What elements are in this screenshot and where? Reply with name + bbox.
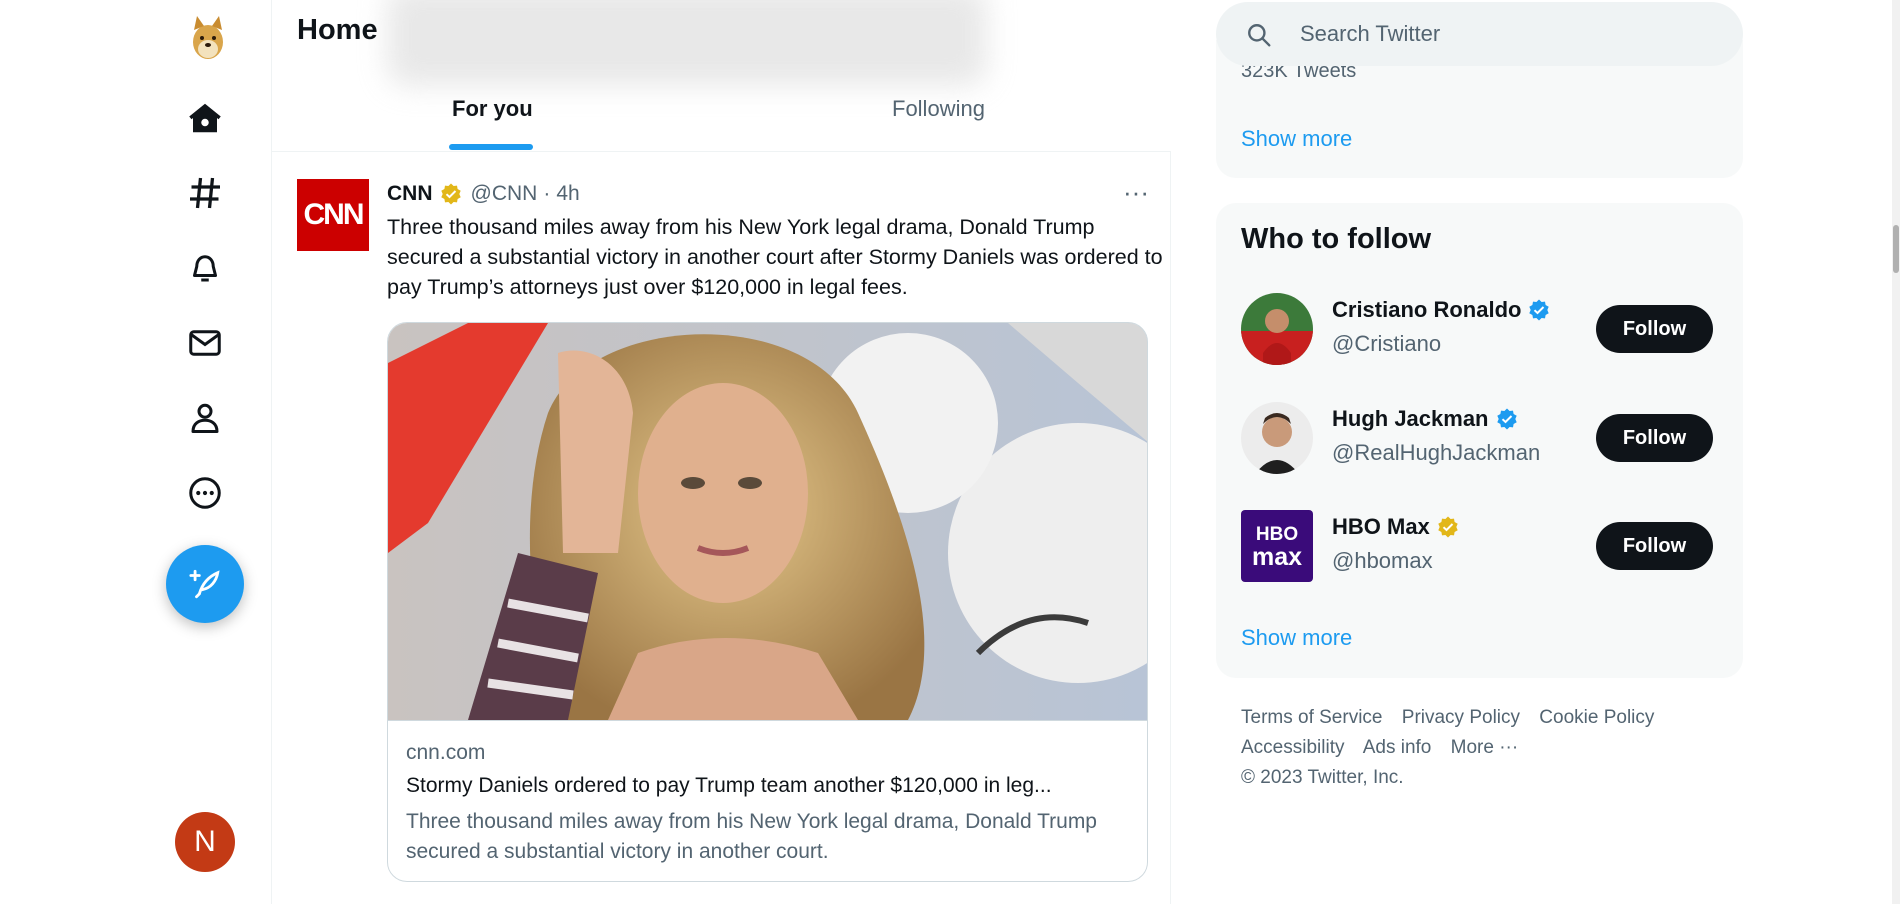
profile-person-icon[interactable] [180, 393, 230, 443]
messages-mail-icon[interactable] [180, 318, 230, 368]
card-description: Three thousand miles away from his New Y… [406, 810, 1097, 863]
footer-link-terms[interactable]: Terms of Service [1241, 707, 1382, 728]
main-timeline: CNN CNN @CNN · 4h ··· Three thousand mil… [271, 0, 1171, 904]
page-title: Home [297, 14, 378, 46]
tab-for-you[interactable]: For you [452, 96, 533, 122]
link-preview-card[interactable]: cnn.com Stormy Daniels ordered to pay Tr… [387, 322, 1148, 882]
follow-suggestion[interactable]: Hugh Jackman @RealHughJackman Follow [1241, 402, 1721, 474]
explore-hashtag-icon[interactable] [180, 168, 230, 218]
active-tab-indicator [449, 144, 533, 150]
follow-handle[interactable]: @hbomax [1332, 548, 1433, 574]
footer-link-accessibility[interactable]: Accessibility [1241, 737, 1344, 758]
follow-name[interactable]: Hugh Jackman [1332, 406, 1519, 432]
verified-gold-badge-icon [1438, 516, 1458, 538]
footer-link-cookie[interactable]: Cookie Policy [1539, 707, 1654, 728]
search-bar[interactable] [1216, 2, 1743, 66]
card-domain[interactable]: cnn.com [406, 741, 485, 765]
more-circle-icon[interactable] [180, 468, 230, 518]
card-title[interactable]: Stormy Daniels ordered to pay Trump team… [406, 774, 1136, 798]
footer-link-more[interactable]: More ··· [1451, 737, 1519, 758]
left-navigation: N [0, 0, 270, 904]
follow-handle[interactable]: @Cristiano [1332, 331, 1441, 357]
who-to-follow-show-more-link[interactable]: Show more [1241, 625, 1352, 651]
blurred-banner [387, 0, 987, 86]
trends-show-more-link[interactable]: Show more [1241, 126, 1352, 152]
follow-button[interactable]: Follow [1596, 414, 1713, 462]
home-icon[interactable] [180, 93, 230, 143]
tweet-more-options-icon[interactable]: ··· [1118, 179, 1154, 206]
tweet-text: Three thousand miles away from his New Y… [387, 215, 1163, 299]
card-image [388, 323, 1147, 720]
account-avatar[interactable]: N [175, 812, 235, 872]
page-scrollbar[interactable] [1892, 0, 1900, 904]
scrollbar-thumb[interactable] [1893, 225, 1899, 273]
tweet-header: CNN @CNN · 4h [387, 182, 580, 206]
tweet-author-name[interactable]: CNN [387, 182, 433, 206]
follow-name[interactable]: HBO Max [1332, 514, 1460, 540]
home-header: Home For you Following [272, 0, 1171, 152]
follow-suggestion[interactable]: Cristiano Ronaldo @Cristiano Follow [1241, 293, 1721, 365]
tab-following[interactable]: Following [892, 96, 985, 122]
search-input[interactable] [1300, 2, 1720, 66]
feather-plus-icon [189, 569, 220, 599]
notifications-bell-icon[interactable] [180, 243, 230, 293]
hbo-max-avatar[interactable]: HBO max [1241, 510, 1313, 582]
cnn-avatar[interactable]: CNN [297, 179, 369, 251]
verified-blue-badge-icon [1496, 408, 1517, 430]
follow-button[interactable]: Follow [1596, 305, 1713, 353]
card-meta: cnn.com Stormy Daniels ordered to pay Tr… [388, 720, 1147, 881]
verified-blue-badge-icon [1529, 299, 1550, 321]
tweet-timestamp[interactable]: 4h [556, 182, 579, 206]
footer-link-ads-info[interactable]: Ads info [1363, 737, 1432, 758]
follow-handle[interactable]: @RealHughJackman [1332, 440, 1540, 466]
hugh-jackman-avatar[interactable] [1241, 402, 1313, 474]
right-sidebar: 323K Tweets Show more Who to follow Cris… [1171, 0, 1900, 904]
doge-logo-icon[interactable] [188, 12, 228, 62]
search-icon [1248, 24, 1271, 47]
tweet-separator: · [543, 182, 551, 205]
verified-gold-badge-icon [440, 183, 461, 205]
follow-name[interactable]: Cristiano Ronaldo [1332, 297, 1551, 323]
footer-link-privacy[interactable]: Privacy Policy [1402, 707, 1520, 728]
footer-copyright: © 2023 Twitter, Inc. [1241, 767, 1404, 788]
tweet-author-handle[interactable]: @CNN [471, 182, 538, 206]
who-to-follow-title: Who to follow [1241, 223, 1432, 255]
who-to-follow-panel: Who to follow Cristiano Ronaldo @Cristia… [1216, 203, 1743, 678]
compose-tweet-button[interactable] [166, 545, 244, 623]
cristiano-ronaldo-avatar[interactable] [1241, 293, 1313, 365]
follow-suggestion[interactable]: HBO max HBO Max @hbomax Follow [1241, 510, 1721, 582]
follow-button[interactable]: Follow [1596, 522, 1713, 570]
footer-links: Terms of Service Privacy Policy Cookie P… [1241, 703, 1711, 793]
